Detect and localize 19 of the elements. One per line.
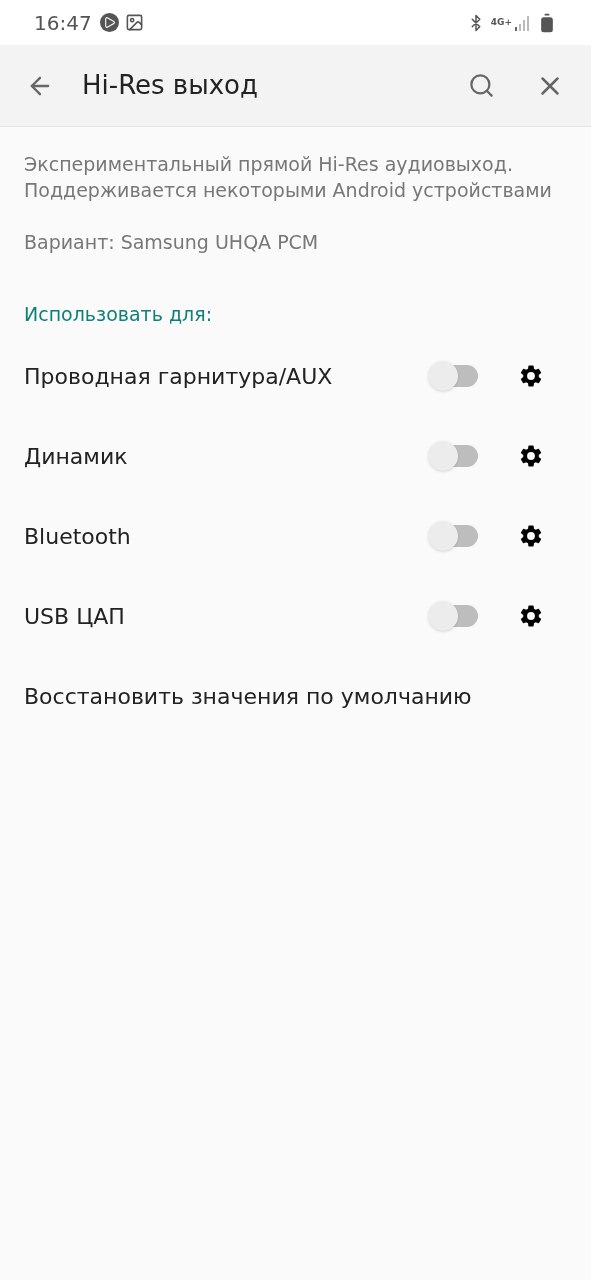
section-header: Использовать для:: [24, 301, 214, 327]
variant-text: Вариант: Samsung UHQA PCM: [24, 230, 320, 255]
output-label: USB ЦАП: [24, 602, 126, 631]
settings-icon[interactable]: [518, 523, 544, 549]
image-icon: [124, 13, 144, 32]
screen-title: Hi-Res выход: [82, 69, 258, 102]
play-icon: [99, 13, 119, 32]
description-text: Экспериментальный прямой Hi-Res аудиовыход. Поддерживается некоторыми Android устройствами: [24, 152, 553, 203]
settings-icon[interactable]: [518, 603, 544, 629]
search-icon[interactable]: [468, 72, 495, 99]
network-type: 4G+: [490, 15, 512, 29]
output-label: Динамик: [24, 442, 129, 471]
settings-icon[interactable]: [518, 363, 544, 389]
signal-icon: [515, 14, 529, 31]
settings-icon[interactable]: [518, 443, 544, 469]
reset-button[interactable]: Восстановить значения по умолчанию: [0, 656, 591, 736]
clock: 16:47: [34, 9, 92, 37]
output-label: Bluetooth: [24, 522, 132, 551]
output-label: Проводная гарнитура/AUX: [24, 362, 334, 391]
